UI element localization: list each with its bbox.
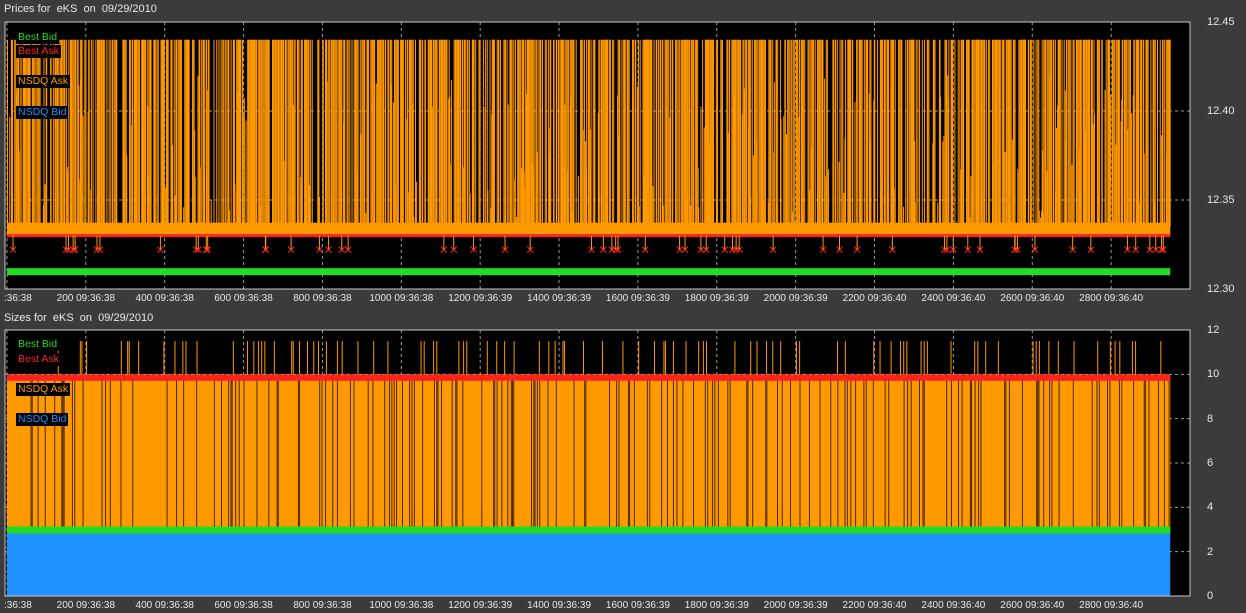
x-tick-label: 200 09:36:38	[56, 600, 116, 611]
x-tick-label: 2800 09:36:40	[1079, 293, 1144, 304]
sizes-legend-best-bid: Best Bid	[16, 338, 60, 351]
x-tick-label: :36:38	[4, 293, 32, 304]
x-tick-label: 1000 09:36:38	[369, 600, 434, 611]
x-tick-label: 2200 09:36:40	[842, 293, 907, 304]
x-tick-label: :36:38	[4, 600, 32, 611]
y-tick-label: 12.45	[1207, 16, 1235, 28]
x-tick-label: 600 09:36:38	[214, 600, 273, 611]
y-tick-label: 10	[1207, 368, 1220, 381]
x-tick-label: 2800 09:36:40	[1079, 600, 1144, 611]
prices-panel: Prices for eKS on 09/29/2010 Best Bid Be…	[0, 0, 1246, 310]
x-tick-label: 1400 09:36:39	[527, 600, 592, 611]
x-tick-label: 200 09:36:38	[56, 293, 116, 304]
prices-legend-nsdq-ask: NSDQ Ask	[16, 75, 71, 88]
y-tick-label: 8	[1207, 412, 1214, 425]
y-tick-label: 12.35	[1207, 194, 1235, 206]
x-tick-label: 2600 09:36:40	[1000, 600, 1065, 611]
x-tick-label: 1800 09:36:39	[684, 293, 749, 304]
prices-legend-best-ask: Best Ask	[16, 45, 61, 58]
x-tick-label: 2000 09:36:39	[763, 293, 828, 304]
y-tick-label: 12	[1207, 324, 1220, 336]
sizes-legend-nsdq-bid: NSDQ Bid	[16, 413, 69, 426]
best-bid-line	[6, 526, 1171, 534]
sizes-panel: Sizes for eKS on 09/29/2010 Best Bid Bes…	[0, 309, 1246, 613]
x-tick-label: 1000 09:36:38	[369, 293, 434, 304]
x-tick-label: 400 09:36:38	[135, 293, 194, 304]
nsdq-ask-spikes	[7, 39, 1171, 227]
y-tick-label: 4	[1207, 501, 1214, 514]
x-tick-label: 2200 09:36:40	[842, 600, 907, 611]
y-tick-label: 0	[1207, 590, 1214, 602]
y-tick-label: 12.30	[1207, 283, 1235, 295]
prices-chart	[4, 21, 1191, 290]
x-tick-label: 2600 09:36:40	[1000, 293, 1065, 304]
sizes-chart	[4, 329, 1191, 597]
best-bid-line	[6, 268, 1171, 276]
x-tick-label: 1200 09:36:39	[448, 293, 513, 304]
x-tick-label: 1200 09:36:39	[448, 600, 513, 611]
x-tick-label: 800 09:36:38	[293, 293, 352, 304]
nsdq-ask-area	[6, 374, 1171, 530]
x-tick-label: 800 09:36:38	[293, 600, 352, 611]
best-ask-line	[6, 374, 1171, 381]
sizes-legend-nsdq-ask: NSDQ Ask	[16, 383, 71, 396]
y-tick-label: 6	[1207, 457, 1214, 469]
x-tick-label: 400 09:36:38	[135, 600, 194, 611]
y-tick-label: 12.40	[1207, 105, 1235, 117]
x-tick-label: 1600 09:36:39	[605, 293, 670, 304]
prices-legend-best-bid: Best Bid	[16, 31, 60, 44]
x-tick-label: 2400 09:36:40	[921, 293, 986, 304]
x-tick-label: 2000 09:36:39	[763, 600, 828, 611]
nsdq-bid-area	[6, 529, 1171, 596]
x-tick-label: 2400 09:36:40	[921, 600, 986, 611]
sizes-legend-best-ask: Best Ask	[16, 353, 61, 366]
prices-legend-nsdq-bid: NSDQ Bid	[16, 106, 69, 119]
x-tick-label: 1800 09:36:39	[684, 600, 749, 611]
x-tick-label: 600 09:36:38	[214, 293, 273, 304]
y-tick-label: 2	[1207, 545, 1214, 558]
x-tick-label: 1600 09:36:39	[605, 600, 670, 611]
x-tick-label: 1400 09:36:39	[527, 293, 592, 304]
